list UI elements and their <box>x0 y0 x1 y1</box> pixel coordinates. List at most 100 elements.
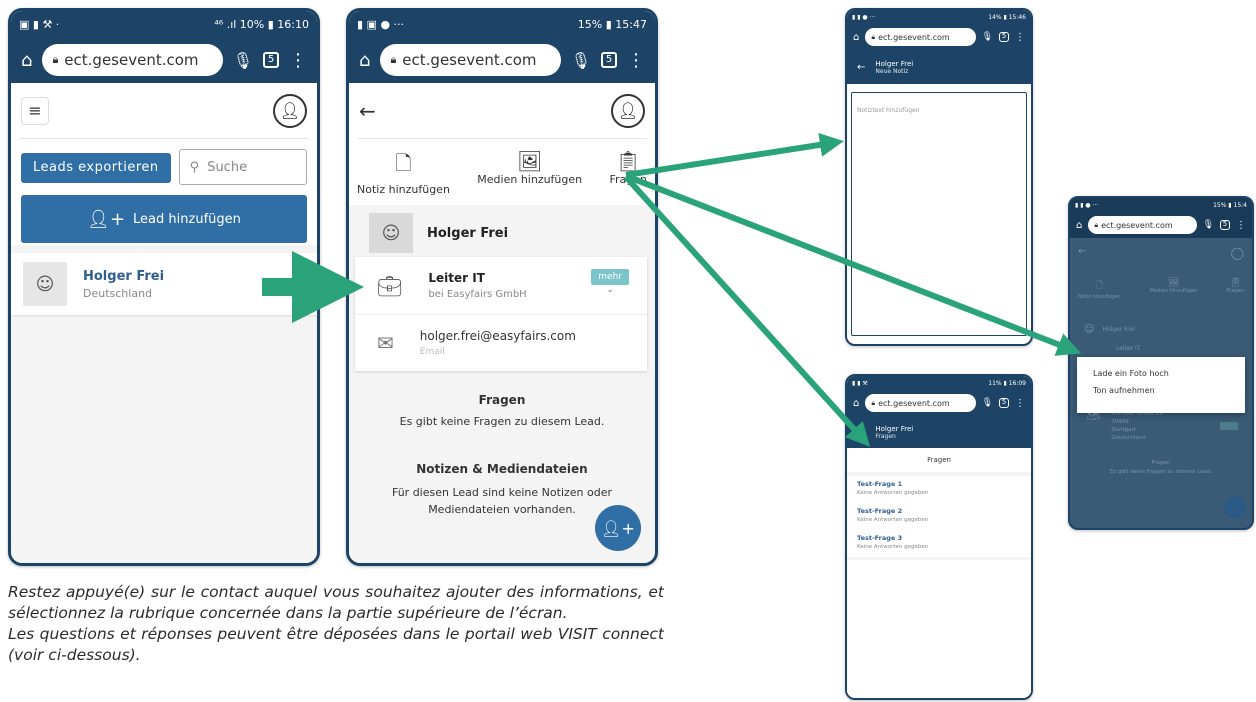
lead-name: Holger Frei <box>83 268 165 284</box>
address-bar[interactable]: 🔒︎ ect.gesevent.com <box>865 28 976 46</box>
status-bar: ▮ ▮ ⚒ 11% ▮ 16:09 <box>847 376 1031 390</box>
questions-label: Fragen <box>609 173 647 186</box>
dim-contact: ☺ Holger Frei <box>1070 312 1252 335</box>
address-bar[interactable]: 🔒︎ ect.gesevent.com <box>865 394 976 412</box>
home-icon[interactable]: ⌂ <box>21 50 32 71</box>
home-icon[interactable]: ⌂ <box>359 50 370 71</box>
dim-questions-action: 📋︎ Fragen <box>1227 278 1244 312</box>
note-textarea[interactable]: Notiztext hinzufügen <box>851 92 1027 336</box>
questions-action[interactable]: 📋︎ Fragen <box>609 149 647 203</box>
action-row: 🗋 Notiz hinzufügen 🖼︎ Medien hinzufügen … <box>349 139 655 203</box>
url-text: ect.gesevent.com <box>64 51 199 69</box>
questions-title: Fragen <box>478 393 526 407</box>
tabs-count-button[interactable]: 5 <box>601 52 617 68</box>
contact-header: ☺ Holger Frei <box>349 211 655 255</box>
address-bar[interactable]: 🔒︎ ect.gesevent.com <box>42 44 223 76</box>
note-header-sub: Neue Notiz <box>875 67 909 75</box>
job-row[interactable]: 💼︎ Leiter IT bei Easyfairs GmbH mehr ⌄ <box>355 257 647 315</box>
microphone-icon[interactable]: 🎙︎ <box>571 51 591 70</box>
contact-avatar-icon: ☺ <box>1084 324 1095 335</box>
microphone-icon[interactable]: 🎙︎ <box>982 32 993 42</box>
hamburger-menu-icon[interactable]: ≡ <box>21 96 49 125</box>
microphone-icon[interactable]: 🎙︎ <box>233 51 253 70</box>
email-row[interactable]: ✉︎ holger.frei@easyfairs.com Email <box>355 315 647 371</box>
home-icon[interactable]: ⌂ <box>853 32 859 43</box>
status-right: 11% ▮ 16:09 <box>988 379 1026 387</box>
microphone-icon[interactable]: 🎙︎ <box>982 398 993 408</box>
url-text: ect.gesevent.com <box>878 398 950 408</box>
home-icon[interactable]: ⌂ <box>853 398 859 409</box>
add-media-action[interactable]: 🖼︎ Medien hinzufügen <box>477 149 582 203</box>
lock-icon: 🔒︎ <box>1094 220 1099 229</box>
address-bar[interactable]: 🔒︎ ect.gesevent.com <box>1088 216 1197 234</box>
note-header-text: Holger Frei Neue Notiz <box>875 60 913 75</box>
tabs-count-button[interactable]: 5 <box>999 398 1009 408</box>
questions-header: ← Holger Frei Fragen <box>847 416 1031 448</box>
contact-name: Holger Frei <box>427 225 509 241</box>
dim-address-lines: Kremser Straße 16 70469 Stuttgart Deutsc… <box>1111 410 1163 442</box>
page: ▣ ▮ ⚒ · ⁴⁶ .ıl 10% ▮ 16:10 ⌂ 🔒︎ ect.gese… <box>0 0 1256 702</box>
status-right: 15% ▮ 15:47 <box>577 17 647 31</box>
search-input[interactable]: ⚲ Suche <box>178 149 307 185</box>
home-icon[interactable]: ⌂ <box>1076 220 1082 231</box>
tabs-count-button[interactable]: 5 <box>999 32 1009 42</box>
add-note-action[interactable]: 🗋 Notiz hinzufügen <box>357 149 450 203</box>
more-menu-icon[interactable]: ⋮ <box>627 50 645 71</box>
popup-upload-photo[interactable]: Lade ein Foto hoch <box>1077 365 1245 382</box>
question-item[interactable]: Test-Frage 1 Keine Antworten gegeben <box>847 476 1031 503</box>
leads-list: ☺ Holger Frei Deutschland <box>11 245 317 563</box>
lock-icon: 🔒︎ <box>871 398 876 407</box>
question-item[interactable]: Test-Frage 2 Keine Antworten gegeben <box>847 503 1031 530</box>
more-menu-icon[interactable]: ⋮ <box>1015 32 1025 43</box>
media-icon: 🖼︎ <box>517 149 543 173</box>
question-sub: Keine Antworten gegeben <box>857 544 929 550</box>
more-menu-icon[interactable]: ⋮ <box>1015 398 1025 409</box>
more-menu-icon[interactable]: ⋮ <box>289 50 307 71</box>
address-bar[interactable]: 🔒︎ ect.gesevent.com <box>380 44 561 76</box>
fab-add-user-button[interactable]: 👤︎+ <box>595 505 641 551</box>
tabs-count-button[interactable]: 5 <box>263 52 279 68</box>
microphone-icon[interactable]: 🎙︎ <box>1203 220 1214 230</box>
questions-empty-text: Es gibt keine Fragen zu diesem Lead. <box>399 415 605 428</box>
question-title: Test-Frage 2 <box>857 507 903 515</box>
more-badge[interactable]: mehr ⌄ <box>591 269 629 295</box>
questions-body: Fragen Test-Frage 1 Keine Antworten gege… <box>847 448 1031 698</box>
job-info: Leiter IT bei Easyfairs GmbH <box>428 271 526 300</box>
questions-blank-area <box>847 560 1031 698</box>
address-zip: 70469 <box>1111 419 1129 425</box>
back-arrow-icon[interactable]: ← <box>359 99 376 123</box>
user-avatar-icon[interactable]: 👤︎ <box>273 93 307 128</box>
status-right: 14% ▮ 15:46 <box>988 13 1026 21</box>
envelope-icon: ✉︎ <box>377 331 394 355</box>
app-header: ← 👤︎ <box>357 83 647 139</box>
back-arrow-icon[interactable]: ← <box>857 62 865 73</box>
dim-badge <box>1220 422 1238 430</box>
back-arrow-icon[interactable]: ← <box>857 427 865 438</box>
lead-detail-body: ☺ Holger Frei 💼︎ Leiter IT bei Easyfairs… <box>349 205 655 563</box>
add-note-label: Notiz hinzufügen <box>357 183 450 196</box>
question-item[interactable]: Test-Frage 3 Keine Antworten gegeben <box>847 530 1031 557</box>
status-bar: ▮ ▮ ● ··· 15% ▮ 15:4 <box>1070 198 1252 212</box>
add-lead-button[interactable]: 👤︎+ Lead hinzufügen <box>21 195 307 243</box>
more-badge-label: mehr <box>591 269 629 285</box>
arrow-to-questions <box>623 174 871 447</box>
questions-list: Test-Frage 1 Keine Antworten gegeben Tes… <box>847 476 1031 557</box>
status-left-icons: ▮ ▮ ● ··· <box>1075 201 1099 209</box>
more-menu-icon[interactable]: ⋮ <box>1236 220 1246 231</box>
questions-header-name: Holger Frei <box>875 424 914 433</box>
dim-questions-label: Fragen <box>1226 288 1244 294</box>
tabs-count-button[interactable]: 5 <box>1220 220 1230 230</box>
user-avatar-icon[interactable]: 👤︎ <box>611 93 645 128</box>
address-country: Deutschland <box>1111 435 1146 441</box>
phone-lead-detail: ▮ ▣ ● ··· 15% ▮ 15:47 ⌂ 🔒︎ ect.gesevent.… <box>346 8 658 566</box>
lead-row[interactable]: ☺ Holger Frei Deutschland <box>11 253 317 315</box>
question-title: Test-Frage 1 <box>857 480 903 488</box>
question-sub: Keine Antworten gegeben <box>857 490 929 496</box>
phone-new-note: ▮ ▮ ● ··· 14% ▮ 15:46 ⌂ 🔒︎ ect.gesevent.… <box>845 8 1033 346</box>
export-leads-button[interactable]: Leads exportieren <box>21 153 171 183</box>
search-icon: ⚲ <box>189 159 200 175</box>
note-placeholder: Notiztext hinzufügen <box>857 107 920 114</box>
browser-toolbar: ⌂ 🔒︎ ect.gesevent.com 🎙︎ 5 ⋮ <box>847 390 1031 416</box>
questions-header-sub: Fragen <box>875 432 896 440</box>
popup-record-audio[interactable]: Ton aufnehmen <box>1077 382 1245 399</box>
